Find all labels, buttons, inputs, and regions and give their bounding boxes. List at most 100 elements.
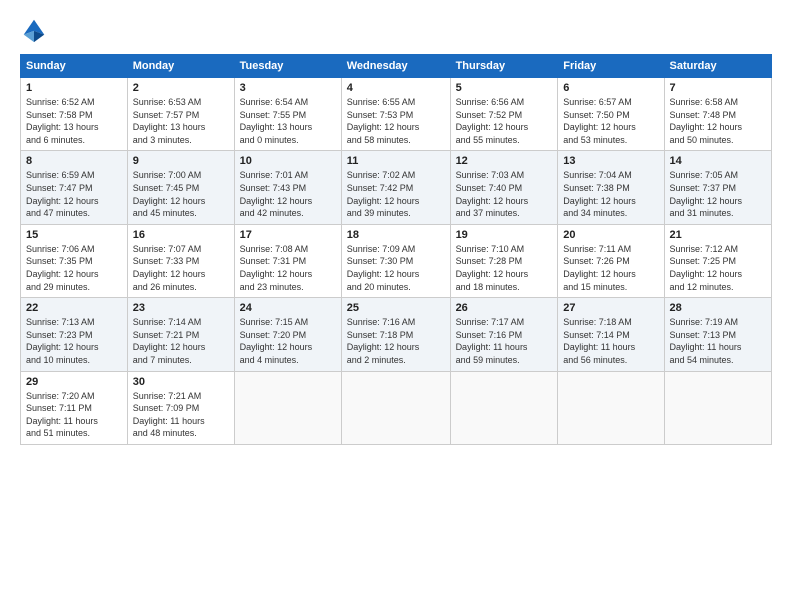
day-info: Sunrise: 7:17 AM Sunset: 7:16 PM Dayligh… (456, 316, 553, 366)
day-number: 12 (456, 155, 553, 167)
day-info: Sunrise: 6:53 AM Sunset: 7:57 PM Dayligh… (133, 96, 229, 146)
calendar-cell: 16Sunrise: 7:07 AM Sunset: 7:33 PM Dayli… (127, 224, 234, 297)
day-number: 7 (670, 82, 767, 94)
calendar-cell: 11 Sunrise: 7:02 AM Sunset: 7:42 PM Dayli… (341, 151, 450, 224)
day-number: 11 (347, 155, 445, 167)
day-number: 10 (240, 155, 336, 167)
logo (20, 16, 52, 44)
calendar-cell (558, 371, 664, 444)
day-number: 15 (26, 229, 122, 241)
day-number: 19 (456, 229, 553, 241)
calendar-cell: 6Sunrise: 6:57 AM Sunset: 7:50 PM Daylig… (558, 78, 664, 151)
calendar: SundayMondayTuesdayWednesdayThursdayFrid… (20, 54, 772, 445)
calendar-cell: 4 Sunrise: 6:55 AM Sunset: 7:53 PM Daylig… (341, 78, 450, 151)
calendar-cell: 20 Sunrise: 7:11 AM Sunset: 7:26 PM Dayli… (558, 224, 664, 297)
calendar-cell: 22 Sunrise: 7:13 AM Sunset: 7:23 PM Dayli… (21, 298, 128, 371)
calendar-cell: 21 Sunrise: 7:12 AM Sunset: 7:25 PM Dayli… (664, 224, 772, 297)
day-info: Sunrise: 6:52 AM Sunset: 7:58 PM Dayligh… (26, 96, 122, 146)
calendar-cell: 9 Sunrise: 7:00 AM Sunset: 7:45 PM Daylig… (127, 151, 234, 224)
day-number: 23 (133, 302, 229, 314)
day-info: Sunrise: 7:01 AM Sunset: 7:43 PM Dayligh… (240, 169, 336, 219)
calendar-cell: 25 Sunrise: 7:16 AM Sunset: 7:18 PM Dayli… (341, 298, 450, 371)
day-number: 13 (563, 155, 658, 167)
page: SundayMondayTuesdayWednesdayThursdayFrid… (0, 0, 792, 612)
calendar-cell (450, 371, 558, 444)
calendar-cell: 24 Sunrise: 7:15 AM Sunset: 7:20 PM Dayli… (234, 298, 341, 371)
day-number: 1 (26, 82, 122, 94)
day-number: 2 (133, 82, 229, 94)
day-info: Sunrise: 7:05 AM Sunset: 7:37 PM Dayligh… (670, 169, 767, 219)
day-number: 5 (456, 82, 553, 94)
calendar-cell: 27 Sunrise: 7:18 AM Sunset: 7:14 PM Dayli… (558, 298, 664, 371)
header (20, 16, 772, 44)
calendar-cell: 17 Sunrise: 7:08 AM Sunset: 7:31 PM Dayli… (234, 224, 341, 297)
day-number: 8 (26, 155, 122, 167)
calendar-cell: 15 Sunrise: 7:06 AM Sunset: 7:35 PM Dayli… (21, 224, 128, 297)
day-info: Sunrise: 6:54 AM Sunset: 7:55 PM Dayligh… (240, 96, 336, 146)
day-number: 27 (563, 302, 658, 314)
day-number: 24 (240, 302, 336, 314)
calendar-cell: 10 Sunrise: 7:01 AM Sunset: 7:43 PM Dayli… (234, 151, 341, 224)
day-info: Sunrise: 7:09 AM Sunset: 7:30 PM Dayligh… (347, 243, 445, 293)
day-info: Sunrise: 7:11 AM Sunset: 7:26 PM Dayligh… (563, 243, 658, 293)
calendar-cell: 26 Sunrise: 7:17 AM Sunset: 7:16 PM Dayli… (450, 298, 558, 371)
weekday-header: Tuesday (234, 55, 341, 78)
calendar-cell (664, 371, 772, 444)
day-number: 20 (563, 229, 658, 241)
day-number: 28 (670, 302, 767, 314)
day-number: 22 (26, 302, 122, 314)
day-number: 9 (133, 155, 229, 167)
weekday-header: Monday (127, 55, 234, 78)
day-info: Sunrise: 7:16 AM Sunset: 7:18 PM Dayligh… (347, 316, 445, 366)
day-info: Sunrise: 7:20 AM Sunset: 7:11 PM Dayligh… (26, 390, 122, 440)
calendar-cell: 30 Sunrise: 7:21 AM Sunset: 7:09 PM Dayli… (127, 371, 234, 444)
day-info: Sunrise: 7:06 AM Sunset: 7:35 PM Dayligh… (26, 243, 122, 293)
day-info: Sunrise: 7:00 AM Sunset: 7:45 PM Dayligh… (133, 169, 229, 219)
day-number: 18 (347, 229, 445, 241)
weekday-header: Wednesday (341, 55, 450, 78)
weekday-header: Thursday (450, 55, 558, 78)
day-info: Sunrise: 7:13 AM Sunset: 7:23 PM Dayligh… (26, 316, 122, 366)
day-number: 3 (240, 82, 336, 94)
weekday-header: Sunday (21, 55, 128, 78)
day-info: Sunrise: 6:59 AM Sunset: 7:47 PM Dayligh… (26, 169, 122, 219)
calendar-cell: 5 Sunrise: 6:56 AM Sunset: 7:52 PM Daylig… (450, 78, 558, 151)
day-number: 17 (240, 229, 336, 241)
day-info: Sunrise: 7:15 AM Sunset: 7:20 PM Dayligh… (240, 316, 336, 366)
weekday-header: Saturday (664, 55, 772, 78)
calendar-cell: 18 Sunrise: 7:09 AM Sunset: 7:30 PM Dayli… (341, 224, 450, 297)
day-number: 21 (670, 229, 767, 241)
day-info: Sunrise: 6:57 AM Sunset: 7:50 PM Dayligh… (563, 96, 658, 146)
day-info: Sunrise: 6:55 AM Sunset: 7:53 PM Dayligh… (347, 96, 445, 146)
calendar-cell: 14 Sunrise: 7:05 AM Sunset: 7:37 PM Dayli… (664, 151, 772, 224)
day-info: Sunrise: 7:19 AM Sunset: 7:13 PM Dayligh… (670, 316, 767, 366)
day-info: Sunrise: 7:04 AM Sunset: 7:38 PM Dayligh… (563, 169, 658, 219)
day-info: Sunrise: 6:58 AM Sunset: 7:48 PM Dayligh… (670, 96, 767, 146)
calendar-cell (341, 371, 450, 444)
day-info: Sunrise: 6:56 AM Sunset: 7:52 PM Dayligh… (456, 96, 553, 146)
weekday-header: Friday (558, 55, 664, 78)
day-info: Sunrise: 7:02 AM Sunset: 7:42 PM Dayligh… (347, 169, 445, 219)
day-number: 4 (347, 82, 445, 94)
calendar-cell: 13 Sunrise: 7:04 AM Sunset: 7:38 PM Dayli… (558, 151, 664, 224)
day-info: Sunrise: 7:12 AM Sunset: 7:25 PM Dayligh… (670, 243, 767, 293)
day-number: 30 (133, 376, 229, 388)
calendar-cell: 19 Sunrise: 7:10 AM Sunset: 7:28 PM Dayli… (450, 224, 558, 297)
day-number: 29 (26, 376, 122, 388)
calendar-cell: 2 Sunrise: 6:53 AM Sunset: 7:57 PM Daylig… (127, 78, 234, 151)
calendar-cell: 7 Sunrise: 6:58 AM Sunset: 7:48 PM Daylig… (664, 78, 772, 151)
calendar-cell: 3 Sunrise: 6:54 AM Sunset: 7:55 PM Daylig… (234, 78, 341, 151)
day-info: Sunrise: 7:08 AM Sunset: 7:31 PM Dayligh… (240, 243, 336, 293)
calendar-cell (234, 371, 341, 444)
day-number: 26 (456, 302, 553, 314)
logo-icon (20, 16, 48, 44)
day-info: Sunrise: 7:21 AM Sunset: 7:09 PM Dayligh… (133, 390, 229, 440)
calendar-cell: 23Sunrise: 7:14 AM Sunset: 7:21 PM Dayli… (127, 298, 234, 371)
day-info: Sunrise: 7:10 AM Sunset: 7:28 PM Dayligh… (456, 243, 553, 293)
day-number: 16 (133, 229, 229, 241)
day-info: Sunrise: 7:18 AM Sunset: 7:14 PM Dayligh… (563, 316, 658, 366)
calendar-cell: 8 Sunrise: 6:59 AM Sunset: 7:47 PM Daylig… (21, 151, 128, 224)
day-info: Sunrise: 7:03 AM Sunset: 7:40 PM Dayligh… (456, 169, 553, 219)
day-number: 25 (347, 302, 445, 314)
day-number: 14 (670, 155, 767, 167)
